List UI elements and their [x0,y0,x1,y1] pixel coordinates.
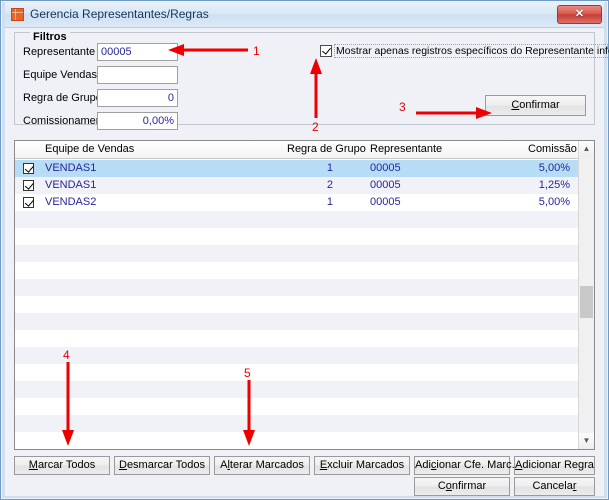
label-representante: Representante [23,46,96,58]
filters-legend: Filtros [30,31,70,43]
button-alterar-marcados[interactable]: Alterar Marcados [214,456,310,475]
button-marcar-todos[interactable]: Marcar Todos [14,456,110,475]
table-row-empty[interactable] [15,245,578,262]
table-row-empty[interactable] [15,381,578,398]
table-row-empty[interactable] [15,313,578,330]
button-cancelar[interactable]: Cancelar [514,477,595,496]
row-checkbox-icon[interactable] [23,197,34,208]
cell-equipe: VENDAS1 [45,162,97,174]
checkmark-icon[interactable] [320,45,332,57]
table-row[interactable]: VENDAS1 2 00005 1,25% [15,177,578,194]
app-grid-icon [11,8,24,21]
cell-regra: 1 [326,162,333,174]
row-checkbox-icon[interactable] [23,180,34,191]
application-window: Gerencia Representantes/Regras ✕ Filtros… [0,0,609,500]
grid-header-row: Equipe de Vendas Regra de Grupo Represen… [15,141,594,159]
table-row[interactable]: VENDAS1 1 00005 5,00% [15,160,578,177]
cell-comissao: 5,00% [538,162,570,174]
button-desmarcar-todos[interactable]: Desmarcar Todos [114,456,210,475]
table-row-empty[interactable] [15,364,578,381]
scroll-down-icon[interactable]: ▼ [579,433,594,449]
action-button-bar: Marcar Todos Desmarcar Todos Alterar Mar… [14,456,595,496]
client-area: Filtros Representante Equipe Vendas Regr… [5,28,609,496]
table-row-empty[interactable] [15,432,578,449]
table-row-empty[interactable] [15,296,578,313]
table-row-empty[interactable] [15,347,578,364]
rules-grid: Equipe de Vendas Regra de Grupo Represen… [14,140,595,450]
cell-comissao: 1,25% [538,179,570,191]
cell-regra: 2 [326,179,333,191]
button-excluir-marcados[interactable]: Excluir Marcados [314,456,410,475]
grid-header-equipe[interactable]: Equipe de Vendas [45,143,134,155]
grid-vertical-scrollbar[interactable]: ▲ ▼ [578,141,594,449]
table-row[interactable]: VENDAS2 1 00005 5,00% [15,194,578,211]
grid-header-regra[interactable]: Regra de Grupo [287,143,366,155]
table-row-empty[interactable] [15,279,578,296]
filter-confirm-label: Confirmar [511,99,560,111]
scrollbar-thumb[interactable] [580,286,593,318]
cell-equipe: VENDAS2 [45,196,97,208]
input-comissionamento[interactable] [97,112,178,130]
table-row-empty[interactable] [15,398,578,415]
button-confirmar[interactable]: Confirmar [414,477,510,496]
label-regra-de-grupo: Regra de Grupo [23,92,102,104]
cell-comissao: 5,00% [538,196,570,208]
button-adicionar-regra[interactable]: Adicionar Regra [514,456,595,475]
table-row-empty[interactable] [15,262,578,279]
input-equipe-vendas[interactable] [97,66,178,84]
button-adicionar-cfe-marc[interactable]: Adicionar Cfe. Marc. [414,456,515,475]
grid-body: VENDAS1 1 00005 5,00% VENDAS1 2 00005 1,25% VEND… [15,160,578,449]
grid-header-representante[interactable]: Representante [370,143,442,155]
close-icon[interactable]: ✕ [557,5,602,24]
label-equipe-vendas: Equipe Vendas [23,69,98,81]
filter-confirm-button[interactable]: Confirmar [485,95,586,116]
scroll-up-icon[interactable]: ▲ [579,141,594,157]
input-representante[interactable] [97,43,178,61]
window-title: Gerencia Representantes/Regras [30,7,209,21]
grid-header-comissao[interactable]: Comissão [528,143,577,155]
row-checkbox-icon[interactable] [23,163,34,174]
table-row-empty[interactable] [15,211,578,228]
title-bar: Gerencia Representantes/Regras ✕ [2,2,607,28]
input-regra-de-grupo[interactable] [97,89,178,107]
checkbox-label: Mostrar apenas registros específicos do … [334,44,609,58]
cell-regra: 1 [326,196,333,208]
checkbox-mostrar-apenas-especificos[interactable]: Mostrar apenas registros específicos do … [320,44,609,58]
table-row-empty[interactable] [15,330,578,347]
table-row-empty[interactable] [15,415,578,432]
cell-equipe: VENDAS1 [45,179,97,191]
table-row-empty[interactable] [15,228,578,245]
